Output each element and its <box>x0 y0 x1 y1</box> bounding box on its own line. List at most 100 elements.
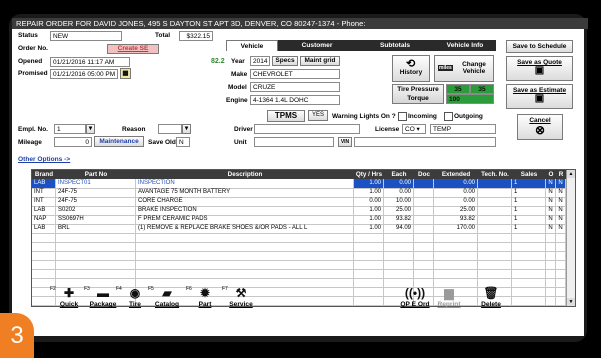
table-cell[interactable] <box>354 251 384 260</box>
table-cell[interactable] <box>478 215 512 224</box>
table-cell[interactable]: AVANTAGE 75 MONTH BATTERY <box>136 188 354 197</box>
table-cell[interactable] <box>512 260 546 269</box>
table-cell[interactable]: 93.82 <box>434 215 478 224</box>
tire-pressure-button[interactable]: Tire Pressure Torque <box>392 84 444 104</box>
table-cell[interactable] <box>512 269 546 278</box>
table-cell[interactable] <box>384 260 414 269</box>
table-cell[interactable]: INSPECTION <box>136 179 354 188</box>
table-cell[interactable] <box>546 260 556 269</box>
col-r[interactable]: R <box>556 170 566 179</box>
table-cell[interactable]: 170.00 <box>434 224 478 233</box>
promised-field[interactable]: 01/21/2016 05:00 PM <box>50 69 118 79</box>
table-cell[interactable]: 25.00 <box>434 206 478 215</box>
table-cell[interactable] <box>556 278 566 287</box>
table-cell[interactable]: 0.00 <box>434 188 478 197</box>
quick-button[interactable]: F2 ✚ Quick <box>50 286 86 308</box>
table-cell[interactable] <box>546 278 556 287</box>
table-cell[interactable]: N <box>546 188 556 197</box>
tpms-yes-button[interactable]: YES <box>308 110 328 121</box>
change-vehicle-button[interactable]: miles Change Vehicle <box>434 55 494 82</box>
driver-field[interactable] <box>254 124 360 134</box>
table-cell[interactable] <box>56 242 136 251</box>
table-cell[interactable] <box>556 242 566 251</box>
table-cell[interactable] <box>512 233 546 242</box>
table-cell[interactable] <box>478 260 512 269</box>
table-cell[interactable] <box>136 242 354 251</box>
table-cell[interactable] <box>384 269 414 278</box>
table-cell[interactable] <box>512 251 546 260</box>
col-o[interactable]: O <box>546 170 556 179</box>
table-cell[interactable]: N <box>556 224 566 233</box>
table-cell[interactable] <box>414 242 434 251</box>
table-cell[interactable] <box>546 233 556 242</box>
package-button[interactable]: F3 ▬ Package <box>84 286 120 308</box>
table-cell[interactable] <box>384 251 414 260</box>
table-cell[interactable] <box>354 278 384 287</box>
table-cell[interactable]: 1.00 <box>354 224 384 233</box>
table-cell[interactable] <box>32 242 56 251</box>
table-cell[interactable] <box>32 269 56 278</box>
table-cell[interactable] <box>478 242 512 251</box>
table-cell[interactable]: N <box>546 179 556 188</box>
table-cell[interactable]: 1.00 <box>354 188 384 197</box>
table-cell[interactable] <box>512 278 546 287</box>
table-cell[interactable] <box>56 260 136 269</box>
table-cell[interactable] <box>478 224 512 233</box>
table-cell[interactable] <box>478 251 512 260</box>
col-extended[interactable]: Extended <box>434 170 478 179</box>
table-cell[interactable]: S0202 <box>56 206 136 215</box>
table-cell[interactable]: N <box>556 188 566 197</box>
torque-field[interactable]: 100 <box>446 94 494 104</box>
table-cell[interactable] <box>414 260 434 269</box>
tpms-button[interactable]: TPMS <box>267 110 305 122</box>
table-cell[interactable] <box>354 269 384 278</box>
table-cell[interactable]: 1.00 <box>354 215 384 224</box>
table-cell[interactable] <box>32 233 56 242</box>
table-cell[interactable] <box>414 179 434 188</box>
delete-button[interactable]: 🗑 Delete <box>474 286 508 308</box>
table-cell[interactable] <box>56 251 136 260</box>
table-cell[interactable] <box>478 269 512 278</box>
qp-e-ord-button[interactable]: ((•)) QP E Ord <box>398 286 432 308</box>
cancel-button[interactable]: Cancel ⊗ <box>517 114 563 140</box>
col-tech-no[interactable]: Tech. No. <box>478 170 512 179</box>
table-cell[interactable] <box>546 287 556 296</box>
tab-subtotals[interactable]: Subtotals <box>356 40 434 51</box>
model-field[interactable]: CRUZE <box>250 82 340 92</box>
table-cell[interactable] <box>354 242 384 251</box>
table-cell[interactable]: 10.00 <box>384 197 414 206</box>
table-cell[interactable] <box>354 287 384 296</box>
table-cell[interactable] <box>32 251 56 260</box>
table-cell[interactable] <box>556 296 566 305</box>
create-se-button[interactable]: Create SE <box>107 44 159 54</box>
table-cell[interactable] <box>546 269 556 278</box>
incoming-checkbox[interactable] <box>398 112 407 121</box>
table-cell[interactable]: 1.00 <box>354 179 384 188</box>
table-cell[interactable]: BRAKE INSPECTION <box>136 206 354 215</box>
table-cell[interactable]: N <box>556 215 566 224</box>
table-cell[interactable] <box>546 251 556 260</box>
outgoing-checkbox[interactable] <box>444 112 453 121</box>
table-cell[interactable]: 1 <box>512 224 546 233</box>
table-cell[interactable] <box>556 260 566 269</box>
table-cell[interactable]: SS0697H <box>56 215 136 224</box>
save-as-quote-button[interactable]: Save as Quote ▣ <box>506 56 573 81</box>
other-options-link[interactable]: Other Options -> <box>18 156 70 163</box>
table-cell[interactable]: 1.00 <box>354 206 384 215</box>
table-cell[interactable] <box>478 188 512 197</box>
table-cell[interactable] <box>556 269 566 278</box>
table-cell[interactable]: N <box>556 197 566 206</box>
table-cell[interactable] <box>384 242 414 251</box>
scroll-up-icon[interactable]: ▲ <box>567 170 575 178</box>
table-cell[interactable] <box>478 233 512 242</box>
table-cell[interactable] <box>32 260 56 269</box>
table-cell[interactable]: 94.09 <box>384 224 414 233</box>
calendar-icon[interactable]: ▦ <box>120 68 131 79</box>
table-cell[interactable]: 25.00 <box>384 206 414 215</box>
table-cell[interactable]: 24F-75 <box>56 188 136 197</box>
tab-vehicle[interactable]: Vehicle <box>226 40 278 51</box>
tab-vehicle-info[interactable]: Vehicle Info <box>434 40 496 51</box>
table-cell[interactable]: LAB <box>32 179 56 188</box>
table-cell[interactable]: (1) REMOVE & REPLACE BRAKE SHOES &/OR PA… <box>136 224 354 233</box>
table-cell[interactable]: 1 <box>512 215 546 224</box>
